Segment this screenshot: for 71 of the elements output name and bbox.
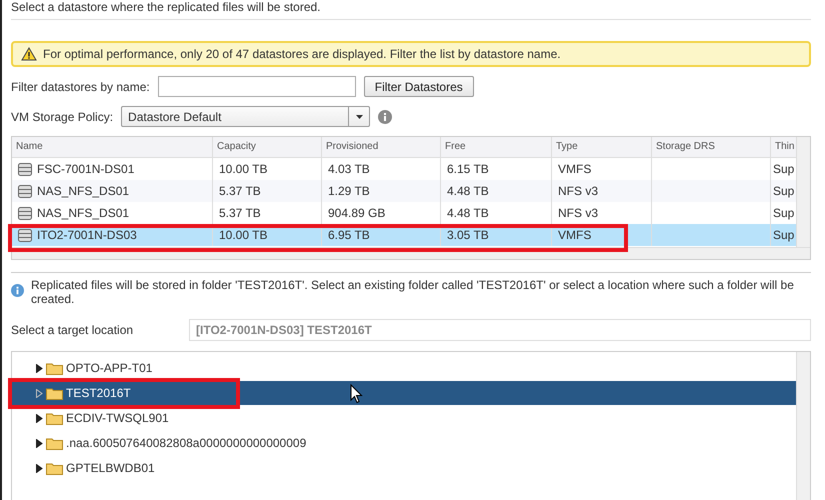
filter-button[interactable]: Filter Datastores [364,76,474,97]
database-icon [18,184,32,198]
tree-item[interactable]: .naa.600507640082808a0000000000000009 [12,431,796,455]
info-icon [11,284,24,297]
table-cell-text: 904.89 GB [328,205,386,222]
expand-arrow-icon[interactable] [36,414,43,422]
warning-icon [21,47,37,61]
policy-label: VM Storage Policy: [11,110,114,124]
policy-dropdown[interactable]: Datastore Default [121,106,370,127]
folder-label: GPTELBWDB01 [66,461,155,475]
filter-label: Filter datastores by name: [11,80,150,94]
warning-text: For optimal performance, only 20 of 47 datastores are displayed. Filter the list by datastore name. [43,47,561,61]
table-cell-text: 3.05 TB [447,227,489,244]
folder-label: TEST2016T [66,386,131,400]
table-cell-text: NAS_NFS_DS01 [37,183,130,200]
table-cell-text: VMFS [558,161,592,178]
expand-arrow-icon[interactable] [36,364,43,372]
column-header[interactable]: Type [552,137,652,157]
tree-item[interactable]: ECDIV-TWSQL901 [12,406,796,430]
scrollbar[interactable] [796,137,810,247]
table-cell-text: 4.03 TB [328,161,370,178]
folder-label: OPTO-APP-T01 [66,361,152,375]
tree-item[interactable]: OPTO-APP-T01 [12,356,796,380]
target-label: Select a target location [11,323,134,337]
table-cell-text: Sup [773,183,794,200]
column-header[interactable]: Name [12,137,213,157]
target-field[interactable]: [ITO2-7001N-DS03] TEST2016T [189,319,811,341]
database-icon [18,206,32,220]
caret-icon [356,114,363,118]
table-cell-text: Sup [773,161,794,178]
expand-arrow-icon[interactable] [36,438,43,448]
table-cell-text: 5.37 TB [219,205,261,222]
table-cell-text: 4.48 TB [447,183,489,200]
mouse-cursor-icon [350,384,363,404]
info-icon[interactable] [378,110,392,124]
table-cell-text: Sup [773,205,794,222]
table-cell-text: NAS_NFS_DS01 [37,205,130,222]
column-header[interactable]: Free [441,137,552,157]
table-cell-text: 6.15 TB [447,161,489,178]
info-text: Replicated files will be stored in folder 'TEST2016T'. Select an existing folder called 'TEST2016T' or select a location where such a folder will be created. [31,278,795,306]
folder-icon [46,436,63,450]
table-cell-text: 10.00 TB [219,161,268,178]
column-header[interactable]: Storage DRS [652,137,771,157]
datastore-row[interactable]: NAS_NFS_DS01 5.37 TB 1.29 TB 4.48 TB NFS v3 Sup [12,180,797,202]
column-header[interactable]: Provisioned [322,137,441,157]
table-cell-text: Sup [773,227,794,244]
table-cell-text: 4.48 TB [447,205,489,222]
filter-field[interactable] [158,76,356,97]
database-icon [18,228,32,242]
expand-arrow-icon[interactable] [36,464,43,472]
folder-icon [46,386,63,400]
table-cell-text: NFS v3 [558,183,598,200]
table-cell-text: 5.37 TB [219,183,261,200]
table-cell-text: VMFS [558,227,592,244]
tree-item[interactable]: TEST2016T [12,381,796,405]
folder-icon [46,362,63,374]
folder-icon [46,412,63,424]
scrollbar[interactable] [796,352,810,500]
table-cell-text: ITO2-7001N-DS03 [37,227,137,244]
folder-label: .naa.600507640082808a0000000000000009 [66,436,306,450]
table-cell-text: FSC-7001N-DS01 [37,161,134,178]
table-cell-text: 1.29 TB [328,183,370,200]
tree-item[interactable]: GPTELBWDB01 [12,456,796,480]
instruction-text: Select a datastore where the replicated files will be stored. [11,0,322,14]
column-header[interactable]: Capacity [213,137,322,157]
table-cell-text: 6.95 TB [328,227,370,244]
table-cell-text: 10.00 TB [219,227,268,244]
table-cell-text: NFS v3 [558,205,598,222]
folder-label: ECDIV-TWSQL901 [66,411,169,425]
folder-icon [46,462,63,474]
database-icon [18,162,32,176]
